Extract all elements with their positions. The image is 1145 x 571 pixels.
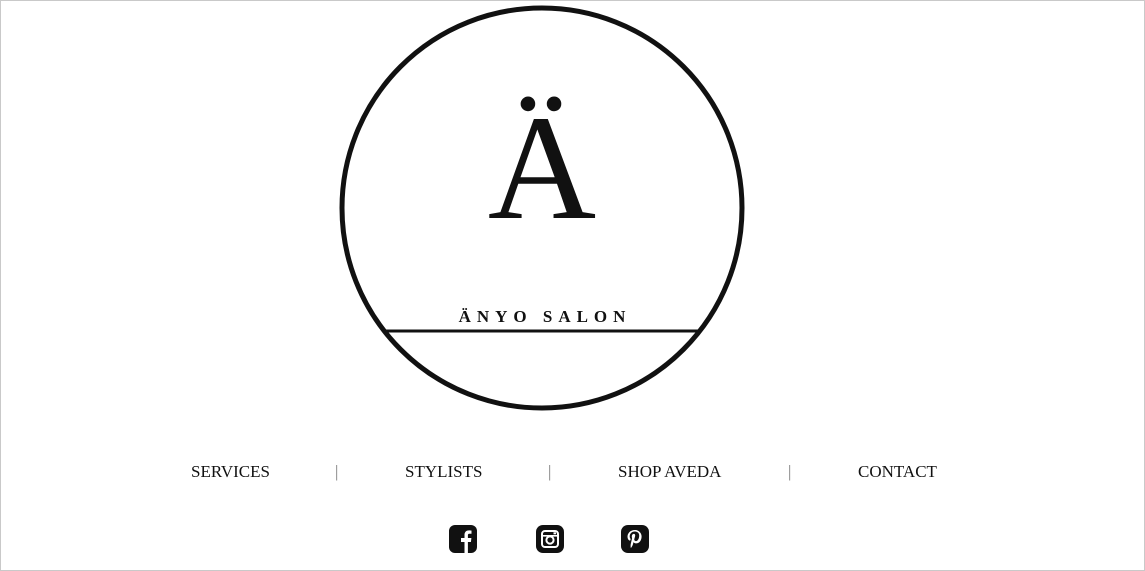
nav-separator: | bbox=[548, 462, 552, 481]
social-links bbox=[0, 525, 1145, 557]
facebook-icon[interactable] bbox=[449, 525, 477, 553]
logo-salon-name: ÄNYO SALON bbox=[458, 307, 632, 326]
salon-logo[interactable]: Ä ÄNYO SALON bbox=[339, 5, 745, 411]
logo-monogram: Ä bbox=[487, 85, 597, 251]
pinterest-icon[interactable] bbox=[621, 525, 649, 553]
main-nav: SERVICES | STYLISTS | SHOP AVEDA | CONTA… bbox=[0, 462, 1145, 486]
nav-shop-aveda[interactable]: SHOP AVEDA bbox=[618, 462, 721, 482]
nav-services[interactable]: SERVICES bbox=[191, 462, 270, 482]
nav-contact[interactable]: CONTACT bbox=[858, 462, 937, 482]
instagram-icon[interactable] bbox=[536, 525, 564, 553]
nav-separator: | bbox=[335, 462, 339, 481]
nav-separator: | bbox=[788, 462, 792, 481]
nav-stylists[interactable]: STYLISTS bbox=[405, 462, 482, 482]
